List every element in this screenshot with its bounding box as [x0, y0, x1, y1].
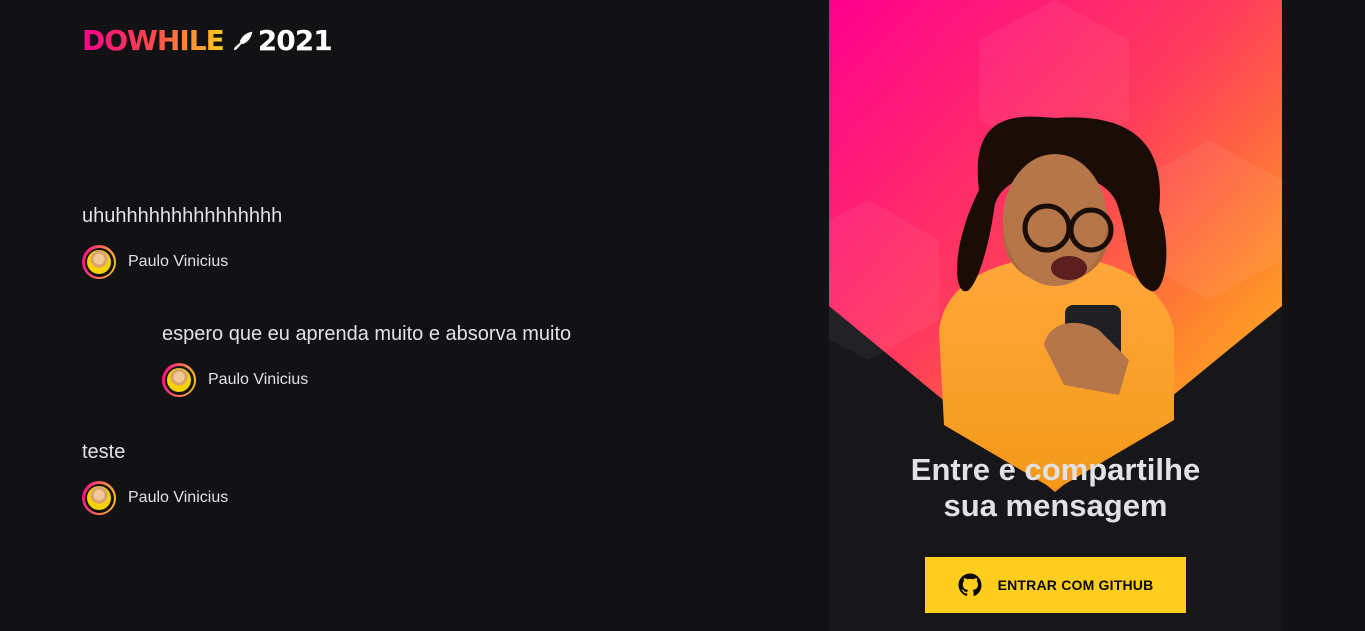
message-content: teste: [82, 441, 126, 463]
user-photo: [167, 368, 191, 392]
user-name: Paulo Vinicius: [208, 371, 309, 388]
message-user: Paulo Vinicius: [82, 245, 282, 279]
github-icon: [958, 573, 982, 597]
login-title-line2: sua mensagem: [943, 488, 1168, 523]
message-content: espero que eu aprenda muito e absorva mu…: [162, 323, 572, 345]
message-item: teste Paulo Vinicius: [82, 440, 228, 515]
avatar: [82, 245, 116, 279]
login-title: Entre e compartilhe sua mensagem: [829, 452, 1282, 524]
github-button-label: ENTRAR COM GITHUB: [997, 577, 1154, 593]
avatar: [162, 363, 196, 397]
user-name: Paulo Vinicius: [128, 253, 229, 270]
message-list: uhuhhhhhhhhhhhhhhh Paulo Vinicius espero…: [82, 0, 782, 631]
avatar: [82, 481, 116, 515]
banner-illustration: [829, 0, 1282, 492]
login-title-line1: Entre e compartilhe: [910, 452, 1201, 487]
message-item: espero que eu aprenda muito e absorva mu…: [162, 322, 571, 397]
message-item: uhuhhhhhhhhhhhhhhh Paulo Vinicius: [82, 204, 282, 279]
user-photo: [87, 486, 111, 510]
message-user: Paulo Vinicius: [162, 363, 571, 397]
user-name: Paulo Vinicius: [128, 489, 229, 506]
message-user: Paulo Vinicius: [82, 481, 228, 515]
login-banner: Entre e compartilhe sua mensagem ENTRAR …: [829, 0, 1282, 631]
message-content: uhuhhhhhhhhhhhhhhh: [82, 205, 283, 227]
user-photo: [87, 250, 111, 274]
github-login-button[interactable]: ENTRAR COM GITHUB: [925, 557, 1186, 613]
